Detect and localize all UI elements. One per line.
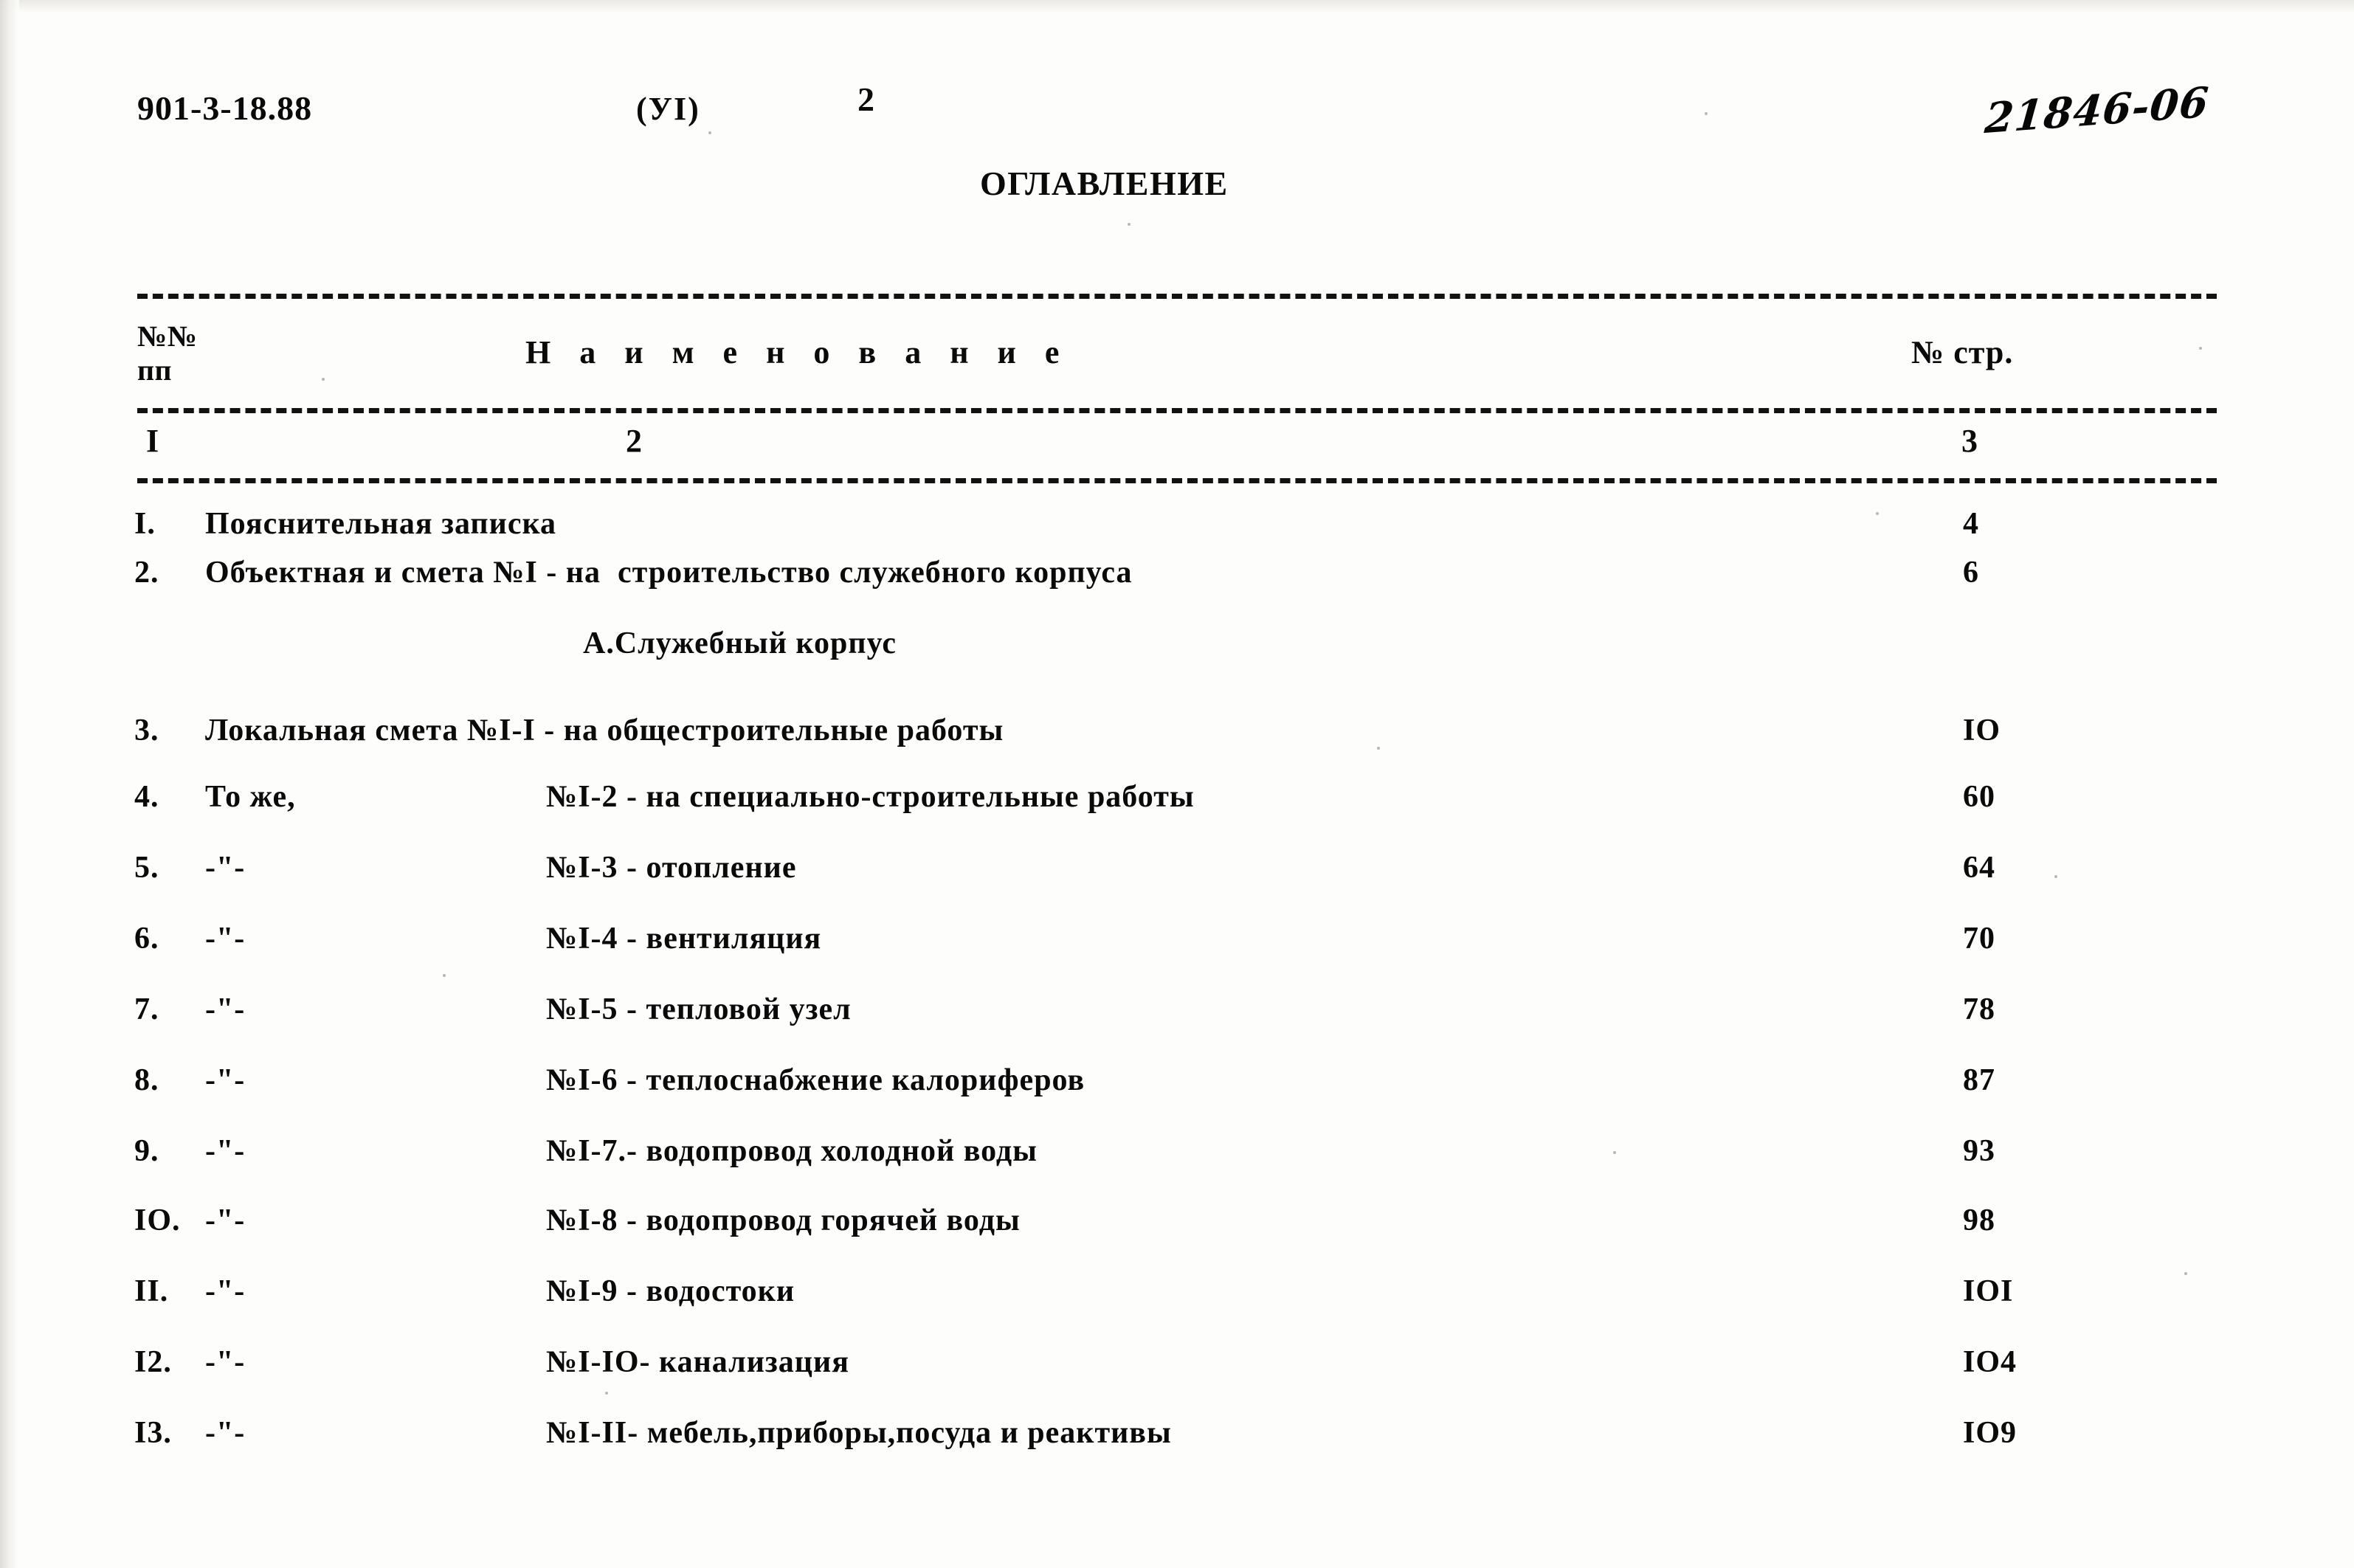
row-title: -"- — [205, 1063, 246, 1097]
row-title: -"- — [205, 1274, 246, 1308]
scan-speck — [2184, 1272, 2187, 1275]
scan-speck — [2054, 875, 2057, 878]
row-title: -"- — [205, 992, 246, 1026]
row-page-number: 60 — [1963, 780, 1995, 814]
scan-speck — [708, 131, 711, 134]
scan-edge-top — [0, 0, 2354, 13]
document-code: 901-3-18.88 — [137, 89, 313, 127]
column-index-3: 3 — [1961, 423, 1978, 459]
table-rule-middle — [137, 408, 2217, 413]
table-rule-top — [137, 294, 2217, 299]
row-title: -"- — [205, 1134, 246, 1168]
table-row: 6. -"- №I-4 - вентиляция 70 — [0, 921, 2354, 968]
row-title: Объектная и смета №I - на строительство … — [205, 556, 1133, 590]
row-title: -"- — [205, 1345, 246, 1379]
row-estimate-reference: №I-4 - вентиляция — [546, 922, 822, 956]
row-estimate-reference: №I-IO- канализация — [546, 1345, 849, 1379]
column-header-number-line1: №№ — [137, 320, 198, 353]
row-title: То же, — [205, 780, 296, 814]
column-header-page: № стр. — [1911, 334, 2014, 370]
table-rule-bottom — [137, 478, 2217, 483]
row-title: -"- — [205, 851, 246, 885]
row-estimate-reference: №I-6 - теплоснабжение калориферов — [546, 1063, 1085, 1097]
table-row: I. Пояснительная записка 4 — [0, 506, 2354, 553]
row-page-number: 78 — [1963, 992, 1995, 1026]
column-header-name: Н а и м е н о в а н и е — [525, 334, 1070, 370]
row-page-number: 98 — [1963, 1203, 1995, 1237]
table-row: I2. -"- №I-IO- канализация IO4 — [0, 1344, 2354, 1392]
row-page-number: 70 — [1963, 922, 1995, 956]
row-page-number: 6 — [1963, 556, 1979, 590]
column-index-1: I — [146, 423, 159, 459]
page-number: 2 — [857, 80, 875, 118]
row-estimate-reference: №I-9 - водостоки — [546, 1274, 795, 1308]
row-title: Пояснительная записка — [205, 507, 557, 541]
scan-speck — [322, 378, 325, 381]
scan-speck — [1128, 223, 1131, 226]
row-estimate-reference: №I-5 - тепловой узел — [546, 992, 852, 1026]
table-row: 9. -"- №I-7.- водопровод холодной воды 93 — [0, 1133, 2354, 1181]
scan-speck — [1705, 112, 1708, 115]
table-row: 2. Объектная и смета №I - на строительств… — [0, 555, 2354, 602]
row-estimate-reference: №I-8 - водопровод горячей воды — [546, 1203, 1021, 1237]
scan-speck — [443, 974, 446, 977]
table-row: 5. -"- №I-3 - отопление 64 — [0, 850, 2354, 897]
row-page-number: IO — [1963, 714, 2001, 747]
row-estimate-reference: №I-2 - на специально-строительные работы — [546, 780, 1195, 814]
row-page-number: 87 — [1963, 1063, 1995, 1097]
scan-speck — [1377, 747, 1380, 750]
table-row: 4. То же, №I-2 - на специально-строительны… — [0, 779, 2354, 826]
row-estimate-reference: №I-II- мебель,приборы,посуда и реактивы — [546, 1416, 1172, 1450]
document-variant: (УI) — [636, 91, 700, 127]
table-row: 8. -"- №I-6 - теплоснабжение калориферов 87 — [0, 1063, 2354, 1110]
row-page-number: IO9 — [1963, 1416, 2018, 1450]
row-page-number: 64 — [1963, 851, 1995, 885]
section-heading-service-building: А.Служебный корпус — [583, 626, 897, 660]
scan-speck — [1876, 512, 1879, 515]
column-header-number-line2: пп — [137, 353, 173, 387]
page-title: ОГЛАВЛЕНИЕ — [980, 165, 1229, 202]
table-row: IO. -"- №I-8 - водопровод горячей воды 98 — [0, 1203, 2354, 1250]
row-title: -"- — [205, 1416, 246, 1450]
column-index-2: 2 — [626, 423, 643, 459]
scan-speck — [2199, 347, 2202, 350]
row-page-number: 4 — [1963, 507, 1979, 541]
table-row: 7. -"- №I-5 - тепловой узел 78 — [0, 992, 2354, 1039]
table-row: I3. -"- №I-II- мебель,приборы,посуда и реа… — [0, 1415, 2354, 1462]
row-estimate-reference: №I-3 - отопление — [546, 851, 797, 885]
scan-speck — [605, 1392, 608, 1395]
row-title: -"- — [205, 922, 246, 956]
row-page-number: IO4 — [1963, 1345, 2018, 1379]
row-title: Локальная смета №I-I - на общестроительн… — [205, 714, 1004, 747]
row-page-number: IOI — [1963, 1274, 2014, 1308]
row-title: -"- — [205, 1203, 246, 1237]
table-row: 3. Локальная смета №I-I - на общестроител… — [0, 713, 2354, 760]
table-row: II. -"- №I-9 - водостоки IOI — [0, 1274, 2354, 1321]
row-page-number: 93 — [1963, 1134, 1995, 1168]
scan-speck — [1613, 1151, 1616, 1154]
row-estimate-reference: №I-7.- водопровод холодной воды — [546, 1134, 1038, 1168]
